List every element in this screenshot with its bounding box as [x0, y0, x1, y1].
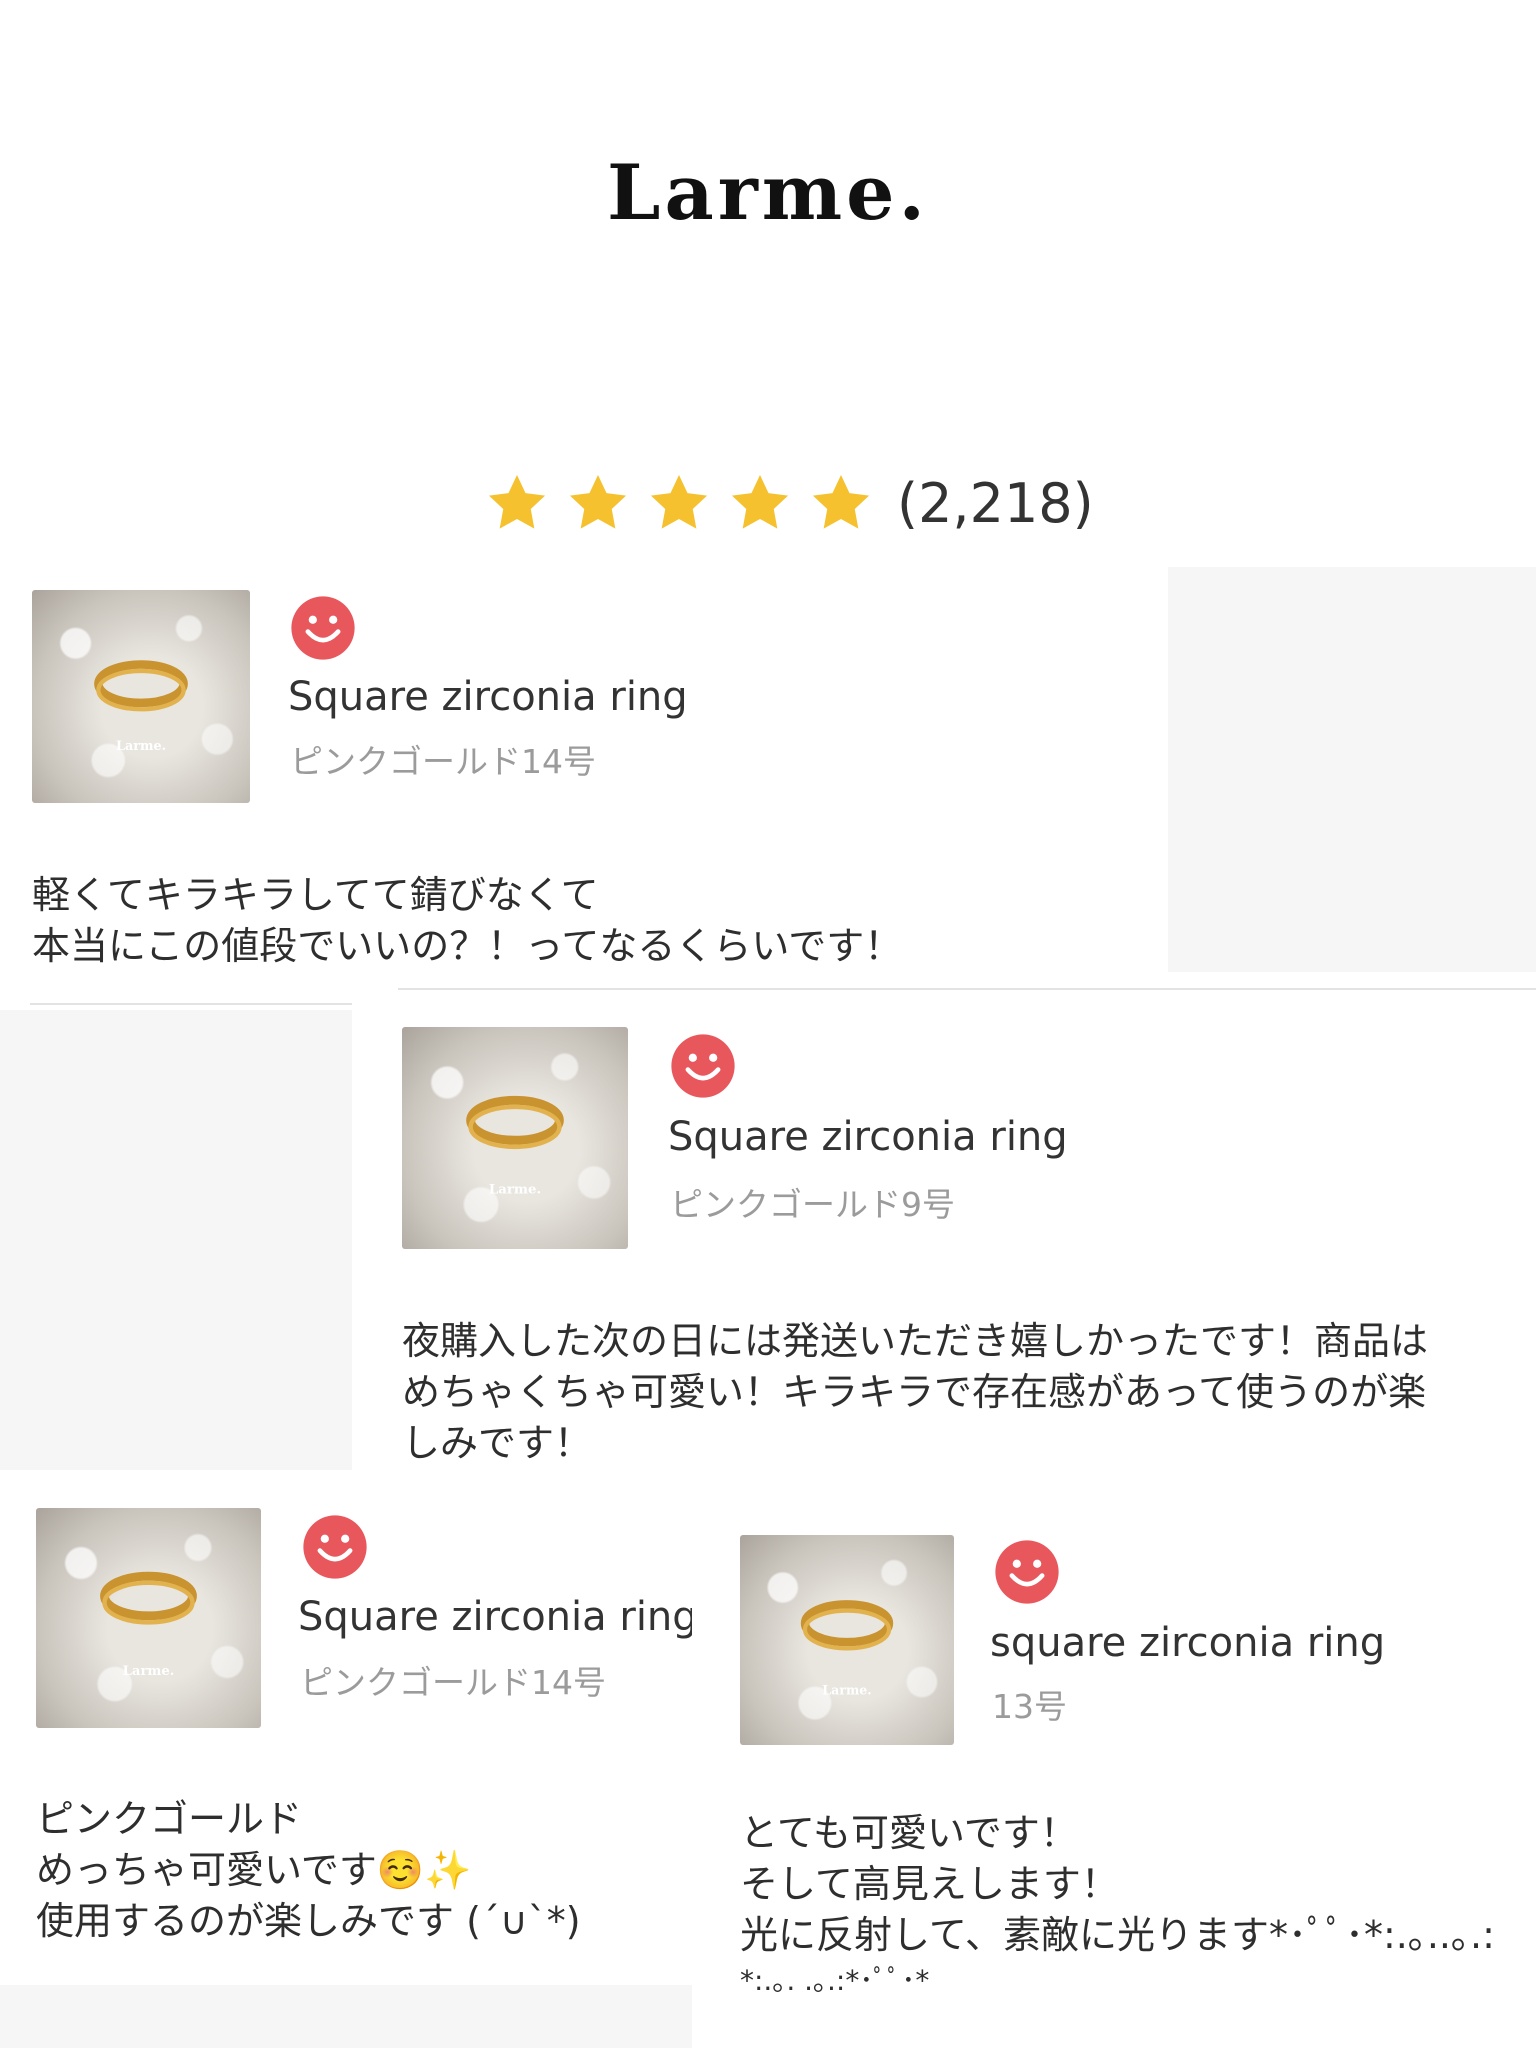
smile-icon — [995, 1540, 1059, 1604]
review-text: 軽くてキラキラしてて錆びなくて 本当にこの値段でいいの？！ってなるくらいです！ — [32, 873, 903, 968]
product-variant: ピンクゴールド14号 — [290, 742, 596, 781]
star-icon — [812, 474, 870, 529]
product-thumbnail[interactable]: Larme. — [402, 1027, 628, 1249]
product-title[interactable]: Square zirconia ring — [298, 1594, 692, 1640]
thumbnail-caption: Larme. — [116, 739, 166, 754]
brand-logo: Larme. — [607, 148, 929, 237]
thumbnail-caption: Larme. — [489, 1182, 541, 1198]
product-thumbnail[interactable]: Larme. — [36, 1508, 261, 1728]
product-title[interactable]: Square zirconia ring — [288, 674, 688, 720]
ring-image-icon: Larme. — [94, 660, 188, 754]
thumbnail-caption: Larme. — [822, 1683, 871, 1698]
collage-panel — [0, 1010, 352, 1470]
ring-image-icon: Larme. — [466, 1095, 564, 1198]
product-variant: 13号 — [992, 1687, 1067, 1726]
star-icon — [569, 474, 627, 529]
review-card[interactable]: Larme. square zirconia ring 13号 とても可愛いです… — [700, 1500, 1536, 2048]
review-text: とても可愛いです！ そして高見えします！ 光に反射して、素敵に光ります*･ﾟﾟ･… — [740, 1811, 1495, 1997]
star-icon — [731, 474, 789, 529]
review-text: ピンクゴールド めっちゃ可愛いです☺️✨ 使用するのが楽しみです (´∪`*) — [36, 1797, 581, 1943]
smile-icon — [303, 1515, 367, 1579]
rating-summary: (2,218) — [484, 470, 1094, 536]
star-icon — [650, 474, 708, 529]
product-variant: ピンクゴールド14号 — [300, 1663, 606, 1702]
ring-image-icon: Larme. — [800, 1600, 894, 1698]
star-icon — [488, 474, 546, 529]
review-card[interactable]: Larme. Square zirconia ring ピンクゴールド14号 軽… — [0, 560, 1168, 980]
review-card[interactable]: Larme. Square zirconia ring ピンクゴールド9号 夜購… — [352, 990, 1536, 1470]
product-variant: ピンクゴールド9号 — [670, 1185, 955, 1224]
review-card[interactable]: Larme. Square zirconia ring ピンクゴールド14号 ピ… — [0, 1490, 692, 1985]
smile-icon — [671, 1034, 735, 1098]
product-title[interactable]: Square zirconia ring — [668, 1114, 1068, 1160]
thumbnail-caption: Larme. — [123, 1664, 175, 1679]
review-text: 夜購入した次の日には発送いただき嬉しかったです！商品は めちゃくちゃ可愛い！キラ… — [402, 1319, 1429, 1465]
ring-image-icon: Larme. — [100, 1571, 197, 1679]
collage-panel — [0, 1985, 692, 2048]
product-title[interactable]: square zirconia ring — [990, 1620, 1385, 1666]
divider — [30, 1003, 352, 1005]
smile-icon — [291, 596, 355, 660]
product-thumbnail[interactable]: Larme. — [32, 590, 250, 803]
product-thumbnail[interactable]: Larme. — [740, 1535, 954, 1745]
review-count[interactable]: (2,218) — [897, 472, 1094, 535]
collage-panel — [1168, 567, 1536, 972]
